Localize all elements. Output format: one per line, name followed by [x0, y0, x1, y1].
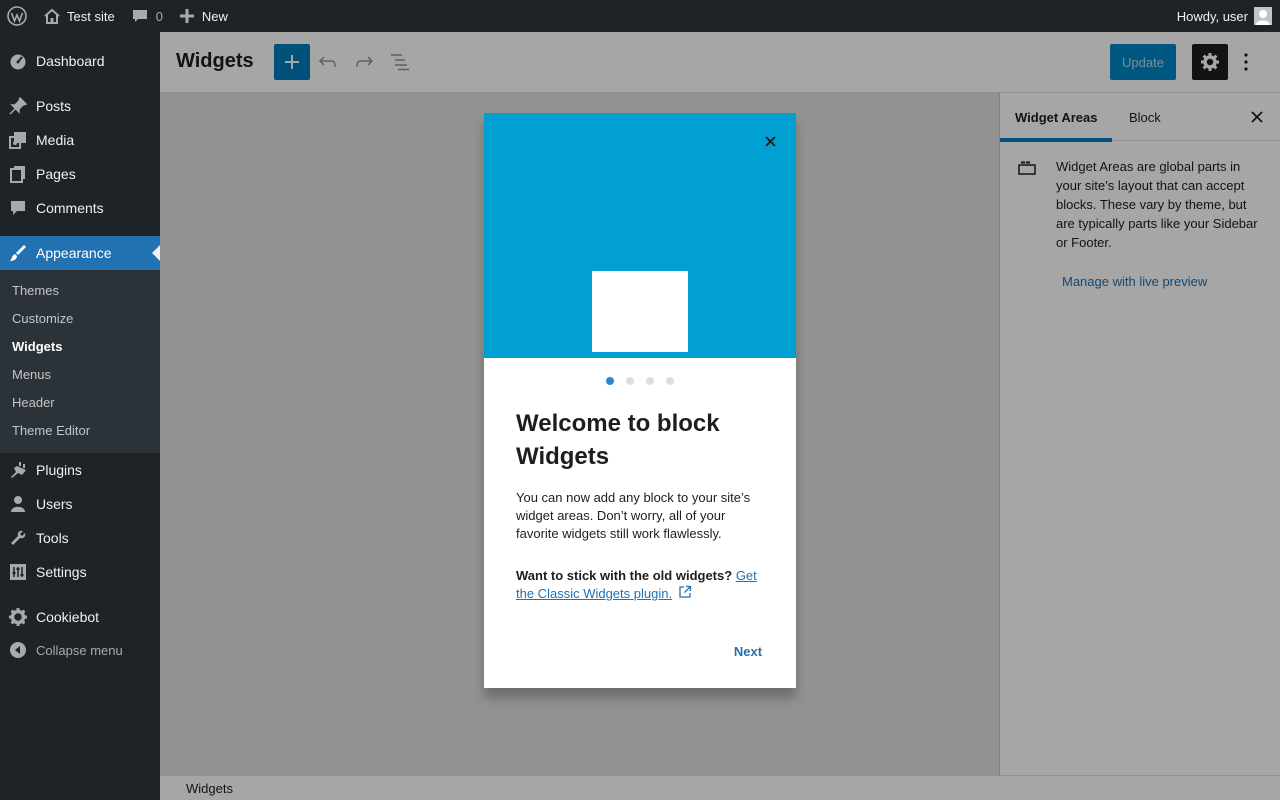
submenu-item-menus[interactable]: Menus	[12, 367, 51, 382]
sidebar-item-label: Posts	[36, 98, 72, 114]
pin-icon	[0, 97, 36, 115]
comment-icon	[132, 10, 147, 22]
sidebar-item-comments[interactable]: Comments	[0, 191, 160, 225]
paintbrush-icon	[0, 244, 36, 262]
submenu-item-widgets[interactable]: Widgets	[12, 339, 62, 354]
new-content-link[interactable]: New	[179, 0, 228, 32]
welcome-illustration	[484, 113, 796, 358]
submenu-item-themes[interactable]: Themes	[12, 283, 59, 298]
collapse-arrow-icon	[0, 641, 36, 659]
howdy-text: Howdy, user	[1176, 8, 1248, 24]
page-dot[interactable]	[606, 377, 614, 385]
sidebar-item-label: Dashboard	[36, 53, 105, 69]
settings-icon	[0, 563, 36, 581]
modal-note: Want to stick with the old widgets? Get …	[516, 567, 766, 603]
sidebar-item-dashboard[interactable]: Dashboard	[0, 44, 160, 78]
sidebar-item-label: Users	[36, 496, 73, 512]
comments-link[interactable]: 0	[132, 0, 163, 32]
page-dot[interactable]	[646, 377, 654, 385]
modal-title: Welcome to block Widgets	[516, 410, 720, 470]
sidebar-item-label: Settings	[36, 564, 87, 580]
plus-icon	[179, 9, 194, 23]
home-icon	[44, 8, 60, 24]
sidebar-item-label: Media	[36, 132, 75, 148]
submenu-item-header[interactable]: Header	[12, 395, 55, 410]
media-icon	[0, 131, 36, 149]
sidebar-item-media[interactable]: Media	[0, 123, 160, 157]
gear-icon	[0, 608, 36, 626]
next-button[interactable]: Next	[722, 639, 774, 663]
dashboard-icon	[0, 52, 36, 70]
modal-note-bold: Want to stick with the old widgets?	[516, 568, 733, 583]
appearance-submenu: Themes Customize Widgets Menus Header Th…	[0, 270, 160, 453]
close-modal-button[interactable]	[758, 129, 782, 153]
page-dot[interactable]	[626, 377, 634, 385]
sidebar-item-label: Cookiebot	[36, 609, 100, 625]
collapse-label: Collapse menu	[36, 642, 123, 658]
page-dot[interactable]	[666, 377, 674, 385]
site-name-link[interactable]: Test site	[43, 0, 115, 32]
submenu-item-theme-editor[interactable]: Theme Editor	[12, 423, 90, 438]
sidebar-item-settings[interactable]: Settings	[0, 555, 160, 589]
new-label: New	[201, 8, 228, 24]
wordpress-logo-icon[interactable]	[1, 0, 33, 32]
sidebar-item-posts[interactable]: Posts	[0, 89, 160, 123]
admin-sidebar: Dashboard Posts Media Pages Comments App…	[0, 32, 160, 800]
sidebar-item-plugins[interactable]: Plugins	[0, 453, 160, 487]
sidebar-item-label: Comments	[36, 200, 104, 216]
plugin-icon	[0, 461, 36, 479]
modal-text: You can now add any block to your site’s…	[516, 490, 751, 541]
admin-bar: Test site 0 New Howdy, user	[0, 0, 1280, 32]
sidebar-item-label: Appearance	[36, 245, 112, 261]
close-icon	[764, 135, 776, 147]
comment-icon	[0, 199, 36, 217]
sidebar-item-label: Pages	[36, 166, 76, 182]
submenu-item-customize[interactable]: Customize	[12, 311, 73, 326]
pages-icon	[0, 165, 36, 183]
comments-count: 0	[155, 8, 163, 24]
sidebar-item-appearance[interactable]: Appearance	[0, 236, 160, 270]
user-icon	[0, 495, 36, 513]
collapse-menu-button[interactable]: Collapse menu	[0, 633, 160, 667]
sidebar-item-pages[interactable]: Pages	[0, 157, 160, 191]
welcome-guide-modal: Welcome to block Widgets You can now add…	[484, 113, 796, 688]
sidebar-item-users[interactable]: Users	[0, 487, 160, 521]
sidebar-item-tools[interactable]: Tools	[0, 521, 160, 555]
sidebar-item-cookiebot[interactable]: Cookiebot	[0, 600, 160, 634]
sidebar-item-label: Plugins	[36, 462, 82, 478]
wrench-icon	[0, 529, 36, 547]
illustration-box	[592, 271, 688, 352]
avatar	[1254, 7, 1272, 25]
site-name: Test site	[67, 8, 115, 24]
external-link-icon	[679, 585, 691, 598]
account-menu[interactable]: Howdy, user	[1177, 0, 1272, 32]
sidebar-item-label: Tools	[36, 530, 69, 546]
page-indicator	[484, 377, 796, 385]
